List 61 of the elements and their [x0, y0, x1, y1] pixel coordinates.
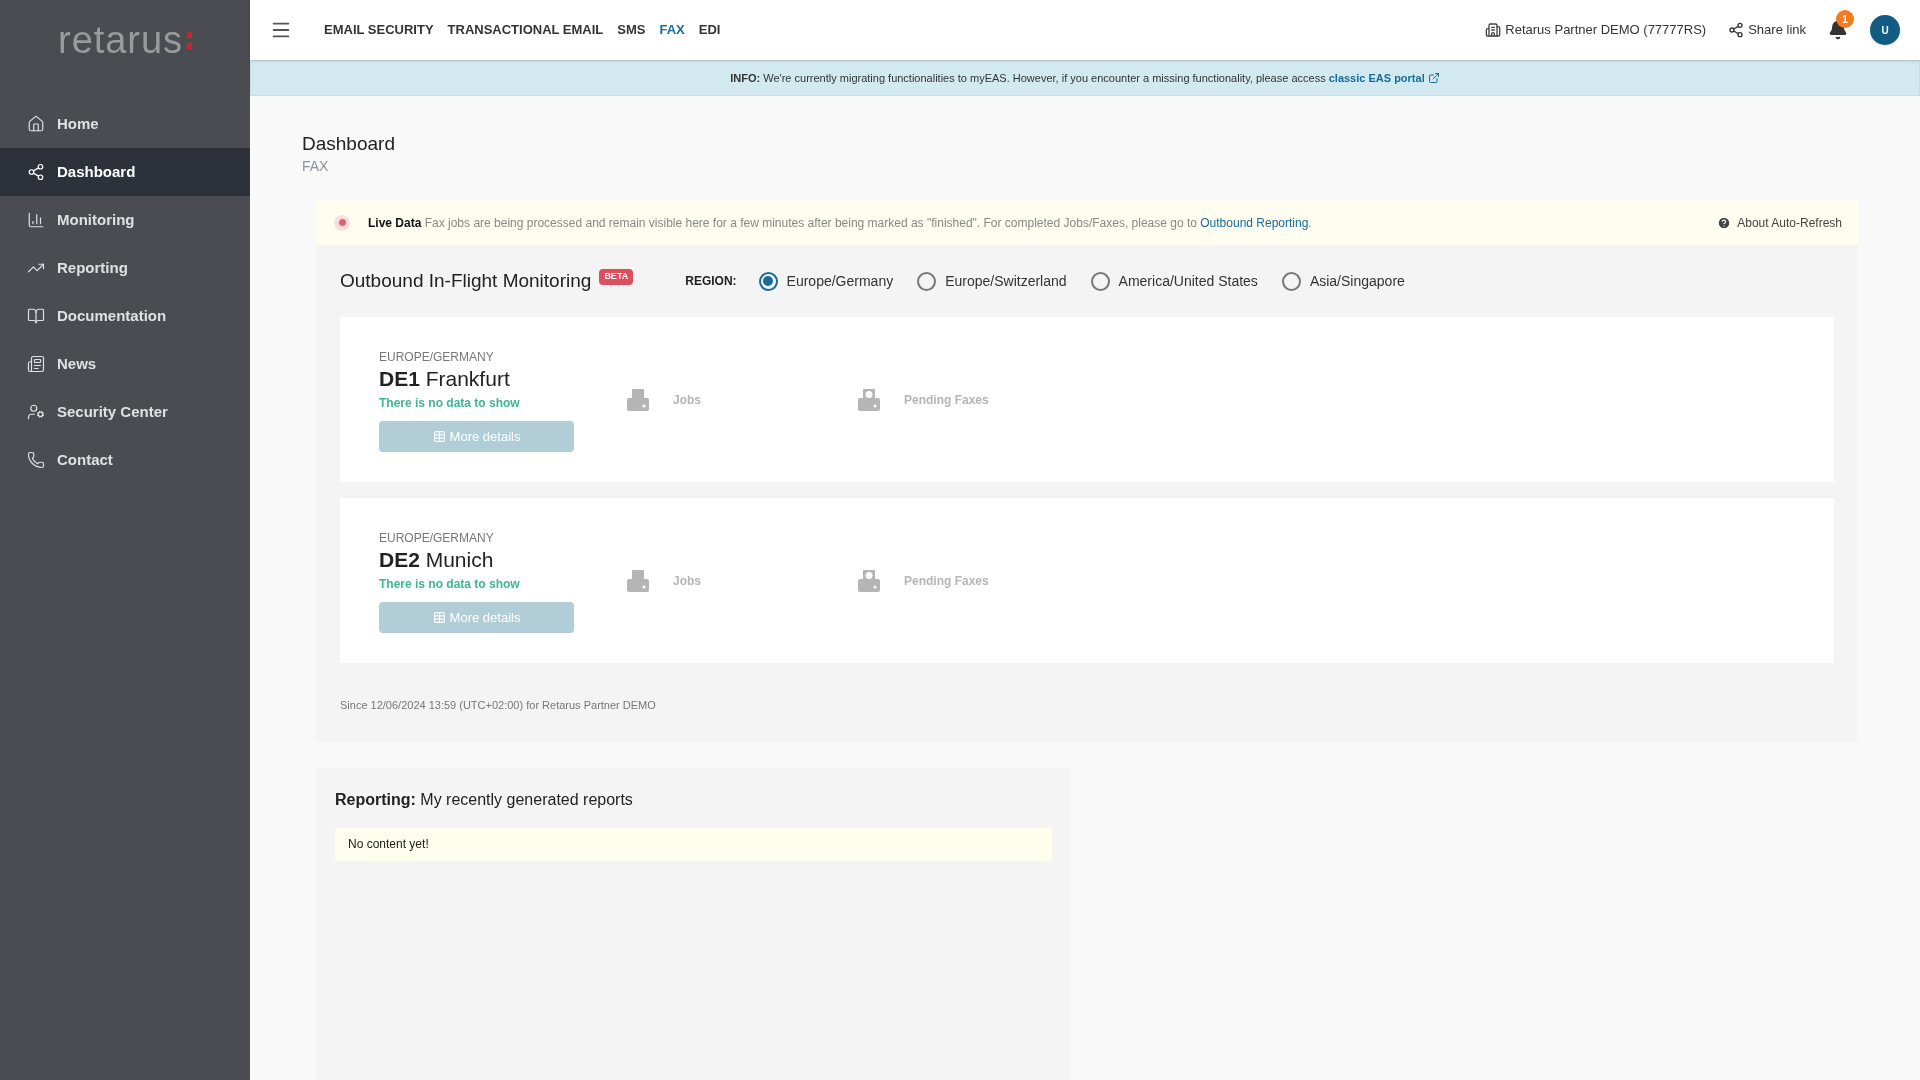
empty-message: No content yet! — [335, 827, 1052, 861]
sidebar-item[interactable]: Monitoring — [0, 196, 250, 244]
fax-icon — [625, 567, 651, 594]
site-name: DE1 Frankfurt — [379, 365, 511, 392]
home-icon — [27, 115, 45, 133]
fax-clock-icon — [856, 386, 882, 413]
pending-faxes-label: Pending Faxes — [904, 572, 989, 590]
site-region: EUROPE/GERMANY — [379, 529, 495, 547]
live-data-text: Live Data Fax jobs are being processed and remain visible here for a few minutes after being marked as "finished". For completed Jobs/Faxes, please go to Outbound Reporting. — [368, 214, 1312, 232]
info-text: INFO: We're currently migrating functionalities to myEAS. However, if you encounter a missing functionality, please access classic EAS portal — [730, 70, 1425, 86]
region-radio[interactable]: Europe/Germany — [758, 270, 894, 292]
product-tab[interactable]: SMS — [617, 20, 646, 40]
jobs-label: Jobs — [673, 572, 701, 590]
product-tab[interactable]: EDI — [698, 20, 721, 40]
region-radio[interactable]: America/United States — [1090, 270, 1258, 292]
sidebar-item[interactable]: Contact — [0, 436, 250, 484]
no-data-message: There is no data to show — [379, 575, 521, 593]
sidebar-item[interactable]: News — [0, 340, 250, 388]
building-icon — [1485, 22, 1502, 38]
sidebar-item[interactable]: Documentation — [0, 292, 250, 340]
page-subtitle: FAX — [302, 156, 330, 176]
auto-refresh-link[interactable]: About Auto-Refresh — [1737, 213, 1842, 232]
site-region: EUROPE/GERMANY — [379, 348, 495, 366]
table-icon — [432, 610, 446, 624]
product-tab[interactable]: FAX — [659, 20, 685, 40]
region-radio[interactable]: Asia/Singapore — [1281, 270, 1405, 292]
reporting-title: Reporting: My recently generated reports — [335, 789, 634, 810]
user-icon — [27, 403, 45, 421]
external-link-icon[interactable] — [1427, 72, 1440, 84]
site-name: DE2 Munich — [379, 546, 495, 573]
region-radio[interactable]: Europe/Switzerland — [917, 270, 1067, 292]
no-data-message: There is no data to show — [379, 394, 521, 412]
product-tab[interactable]: EMAIL SECURITY — [324, 20, 434, 40]
sidebar-item[interactable]: Reporting — [0, 244, 250, 292]
share-link-button[interactable]: Share link — [1728, 20, 1806, 40]
notification-count: 1 — [1836, 10, 1854, 28]
sidebar-item[interactable]: Dashboard — [0, 148, 250, 196]
signal-bars-icon — [27, 211, 45, 229]
sidebar-item[interactable]: Home — [0, 100, 250, 148]
live-indicator-icon — [334, 214, 350, 231]
book-icon — [27, 307, 45, 325]
jobs-label: Jobs — [673, 391, 701, 409]
page-title: Dashboard — [302, 132, 396, 156]
table-icon — [432, 429, 446, 443]
account-name[interactable]: Retarus Partner DEMO (77777RS) — [1505, 20, 1707, 40]
monitoring-title: Outbound In-Flight Monitoring — [340, 268, 592, 293]
region-label: REGION: — [685, 273, 737, 290]
since-note: Since 12/06/2024 13:59 (UTC+02:00) for Retarus Partner DEMO — [340, 698, 657, 714]
newspaper-icon — [27, 355, 45, 373]
help-icon — [1717, 215, 1732, 230]
avatar[interactable]: U — [1870, 15, 1900, 45]
classic-portal-link[interactable]: classic EAS portal — [1328, 71, 1425, 84]
phone-icon — [27, 451, 45, 469]
share-icon — [1728, 22, 1745, 38]
fax-clock-icon — [856, 567, 882, 594]
sidebar-item[interactable]: Security Center — [0, 388, 250, 436]
product-tab[interactable]: TRANSACTIONAL EMAIL — [447, 20, 604, 40]
beta-badge: BETA — [599, 269, 634, 285]
fax-icon — [625, 386, 651, 413]
pending-faxes-label: Pending Faxes — [904, 391, 989, 409]
network-icon — [27, 163, 45, 181]
